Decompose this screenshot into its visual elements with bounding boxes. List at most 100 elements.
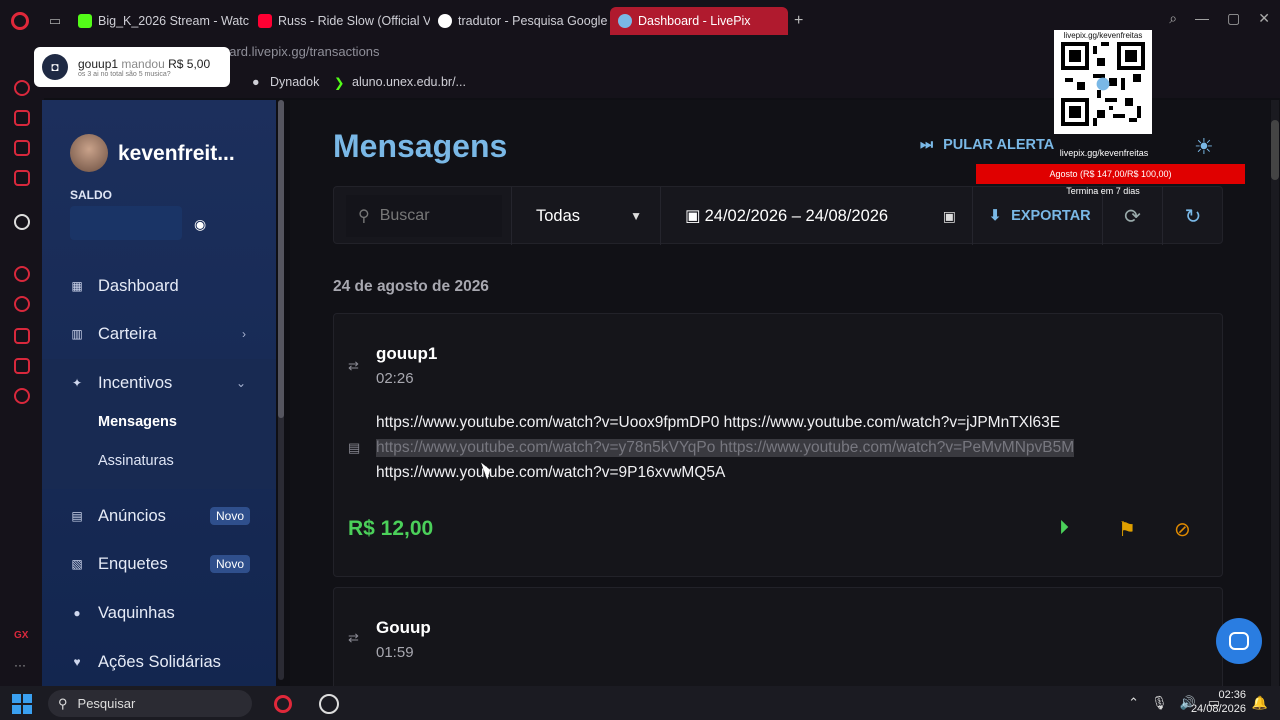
date-group-header: 24 de agosto de 2026 — [333, 278, 489, 295]
more-icon[interactable]: ··· — [14, 658, 30, 674]
wallet-icon[interactable] — [14, 140, 30, 156]
nav-incentivos[interactable]: ✦ Incentivos ⌄ — [42, 363, 276, 403]
message-icon: ▤ — [348, 440, 361, 455]
avatar[interactable] — [70, 134, 108, 172]
saldo-value-hidden — [70, 206, 182, 240]
livepix-icon — [618, 14, 632, 28]
replay-icon[interactable]: ⏵ — [1059, 517, 1069, 540]
donation-toast[interactable]: ◘ gouup1 mandou R$ 5,00 os 3 ai no total… — [34, 47, 230, 87]
opera-logo[interactable] — [0, 0, 40, 42]
taskbar-search[interactable]: ⚲ Pesquisar — [48, 690, 252, 717]
poll-icon: ▧ — [71, 557, 83, 571]
dashboard-icon: ▦ — [71, 279, 83, 293]
chatgpt-icon[interactable] — [14, 214, 30, 230]
date-range-picker[interactable]: ▣ 24/02/2026 – 24/08/2026 ▣ — [661, 187, 973, 245]
message-card: ⇄ Gouup 01:59 — [333, 587, 1223, 697]
transaction-icon: ⇄ — [348, 630, 359, 645]
subnav-assinaturas[interactable]: Assinaturas — [98, 453, 174, 469]
hands-icon: ♥ — [73, 655, 81, 669]
flag-icon[interactable]: ⚑ — [1118, 517, 1136, 542]
microphone-icon[interactable]: 🎙 — [1151, 695, 1168, 711]
history-icon[interactable] — [14, 80, 30, 96]
chevron-up-icon[interactable]: ⌃ — [1128, 695, 1139, 711]
bank-icon: ▥ — [71, 327, 83, 341]
url-text[interactable]: oard.livepix.gg/transactions — [222, 44, 380, 59]
sidebar-scrollbar[interactable] — [278, 100, 284, 680]
search-input[interactable]: ⚲ Buscar — [346, 195, 502, 237]
nav-acoes-solidarias[interactable]: ♥ Ações Solidárias — [42, 642, 276, 682]
tab-kick[interactable]: Big_K_2026 Stream - Watc — [70, 7, 250, 35]
nav-anuncios[interactable]: ▤ Anúncios Novo — [42, 496, 276, 536]
bookmark-unex-icon: ❯ — [334, 76, 345, 90]
opera-sidebar: GX ··· — [0, 68, 44, 686]
block-icon[interactable]: ⊘ — [1174, 517, 1191, 542]
obs-taskbar-icon[interactable] — [316, 691, 342, 717]
livepix-toast-icon: ◘ — [42, 54, 68, 80]
message-user: Gouup — [376, 618, 431, 637]
overlay-url: livepix.gg/kevenfreitas — [1059, 148, 1149, 158]
message-line: https://www.youtube.com/watch?v=y78n5kVY… — [376, 439, 1075, 457]
minimize-icon[interactable]: — — [1195, 10, 1209, 27]
message-time: 01:59 — [376, 644, 414, 661]
gx-icon[interactable]: GX — [14, 630, 30, 646]
windows-start-icon[interactable] — [12, 694, 32, 714]
chat-icon — [1229, 632, 1249, 650]
toast-subtext: os 3 ai no total são 5 musica? — [78, 70, 171, 78]
settings-icon[interactable] — [14, 388, 30, 404]
saldo-label: SALDO — [70, 188, 112, 202]
calendar-icon: ▣ — [942, 207, 956, 224]
search-icon: ⚲ — [358, 208, 370, 225]
maximize-icon[interactable]: ▢ — [1227, 10, 1240, 27]
eye-icon[interactable]: ◉ — [194, 216, 206, 233]
bookmark-dynadok-icon: ● — [252, 75, 260, 89]
tab-workspace-icon[interactable]: ▭ — [40, 13, 70, 29]
qr-code-overlay: livepix.gg/kevenfreitas — [1054, 30, 1152, 134]
extensions-icon[interactable] — [14, 358, 30, 374]
youtube-icon — [258, 14, 272, 28]
nav-vaquinhas[interactable]: ● Vaquinhas — [42, 593, 276, 633]
theme-toggle-icon[interactable]: ☀ — [1194, 134, 1214, 160]
download-icon[interactable] — [14, 328, 30, 344]
username[interactable]: kevenfreit... — [118, 142, 235, 166]
system-clock[interactable]: 02:36 24/08/2026 — [1191, 688, 1246, 716]
tab-livepix[interactable]: Dashboard - LivePix — [610, 7, 788, 35]
nav-carteira[interactable]: ▥ Carteira › — [42, 314, 276, 354]
shopping-icon[interactable] — [14, 110, 30, 126]
tab-youtube[interactable]: Russ - Ride Slow (Official V — [250, 7, 430, 35]
player-icon[interactable] — [14, 266, 30, 282]
opera-gx-taskbar-icon[interactable] — [270, 691, 296, 717]
skip-alert-button[interactable]: ⏭ PULAR ALERTA — [920, 137, 1054, 153]
nav-enquetes[interactable]: ▧ Enquetes Novo — [42, 544, 276, 584]
message-amount: R$ 12,00 — [348, 517, 434, 540]
piggy-icon: ● — [73, 606, 81, 620]
transaction-icon: ⇄ — [348, 358, 359, 373]
goal-bar: Agosto (R$ 147,00/R$ 100,00) — [976, 164, 1245, 184]
message-card: ⇄ gouup1 02:26 ▤ https://www.youtube.com… — [333, 313, 1223, 577]
tab-google[interactable]: tradutor - Pesquisa Google — [430, 7, 610, 35]
qr-code-icon — [1061, 42, 1145, 126]
message-user: gouup1 — [376, 344, 438, 363]
bookmark-unex[interactable]: aluno.unex.edu.br/... — [352, 75, 466, 89]
close-icon[interactable]: ✕ — [1258, 10, 1270, 27]
new-badge: Novo — [209, 555, 250, 573]
clock-icon[interactable] — [14, 296, 30, 312]
message-time: 02:26 — [376, 370, 414, 387]
sync-icon: ⟳ — [1124, 205, 1141, 228]
main-scrollbar[interactable] — [1271, 100, 1279, 686]
refresh-icon: ↻ — [1184, 205, 1202, 228]
toast-text: gouup1 mandou R$ 5,00 — [78, 56, 211, 71]
window-controls: ⌕ — ▢ ✕ — [1169, 10, 1270, 27]
bookmark-dynadok[interactable]: Dynadok — [270, 75, 319, 89]
new-tab-button[interactable]: + — [794, 12, 803, 30]
notification-bell-icon[interactable]: 🔔 — [1252, 695, 1268, 711]
support-chat-button[interactable] — [1216, 618, 1262, 664]
kick-icon — [78, 14, 92, 28]
subnav-mensagens[interactable]: Mensagens — [98, 414, 177, 430]
filter-select[interactable]: Todas ▼ — [511, 187, 661, 245]
qr-label: livepix.gg/kevenfreitas — [1063, 31, 1143, 40]
nav-dashboard[interactable]: ▦ Dashboard — [42, 266, 276, 306]
search-tabs-icon[interactable]: ⌕ — [1169, 10, 1177, 27]
message-line: https://www.youtube.com/watch?v=9P16xvwM… — [376, 464, 726, 481]
ads-icon: ▤ — [71, 509, 83, 523]
messenger-icon[interactable] — [14, 170, 30, 186]
